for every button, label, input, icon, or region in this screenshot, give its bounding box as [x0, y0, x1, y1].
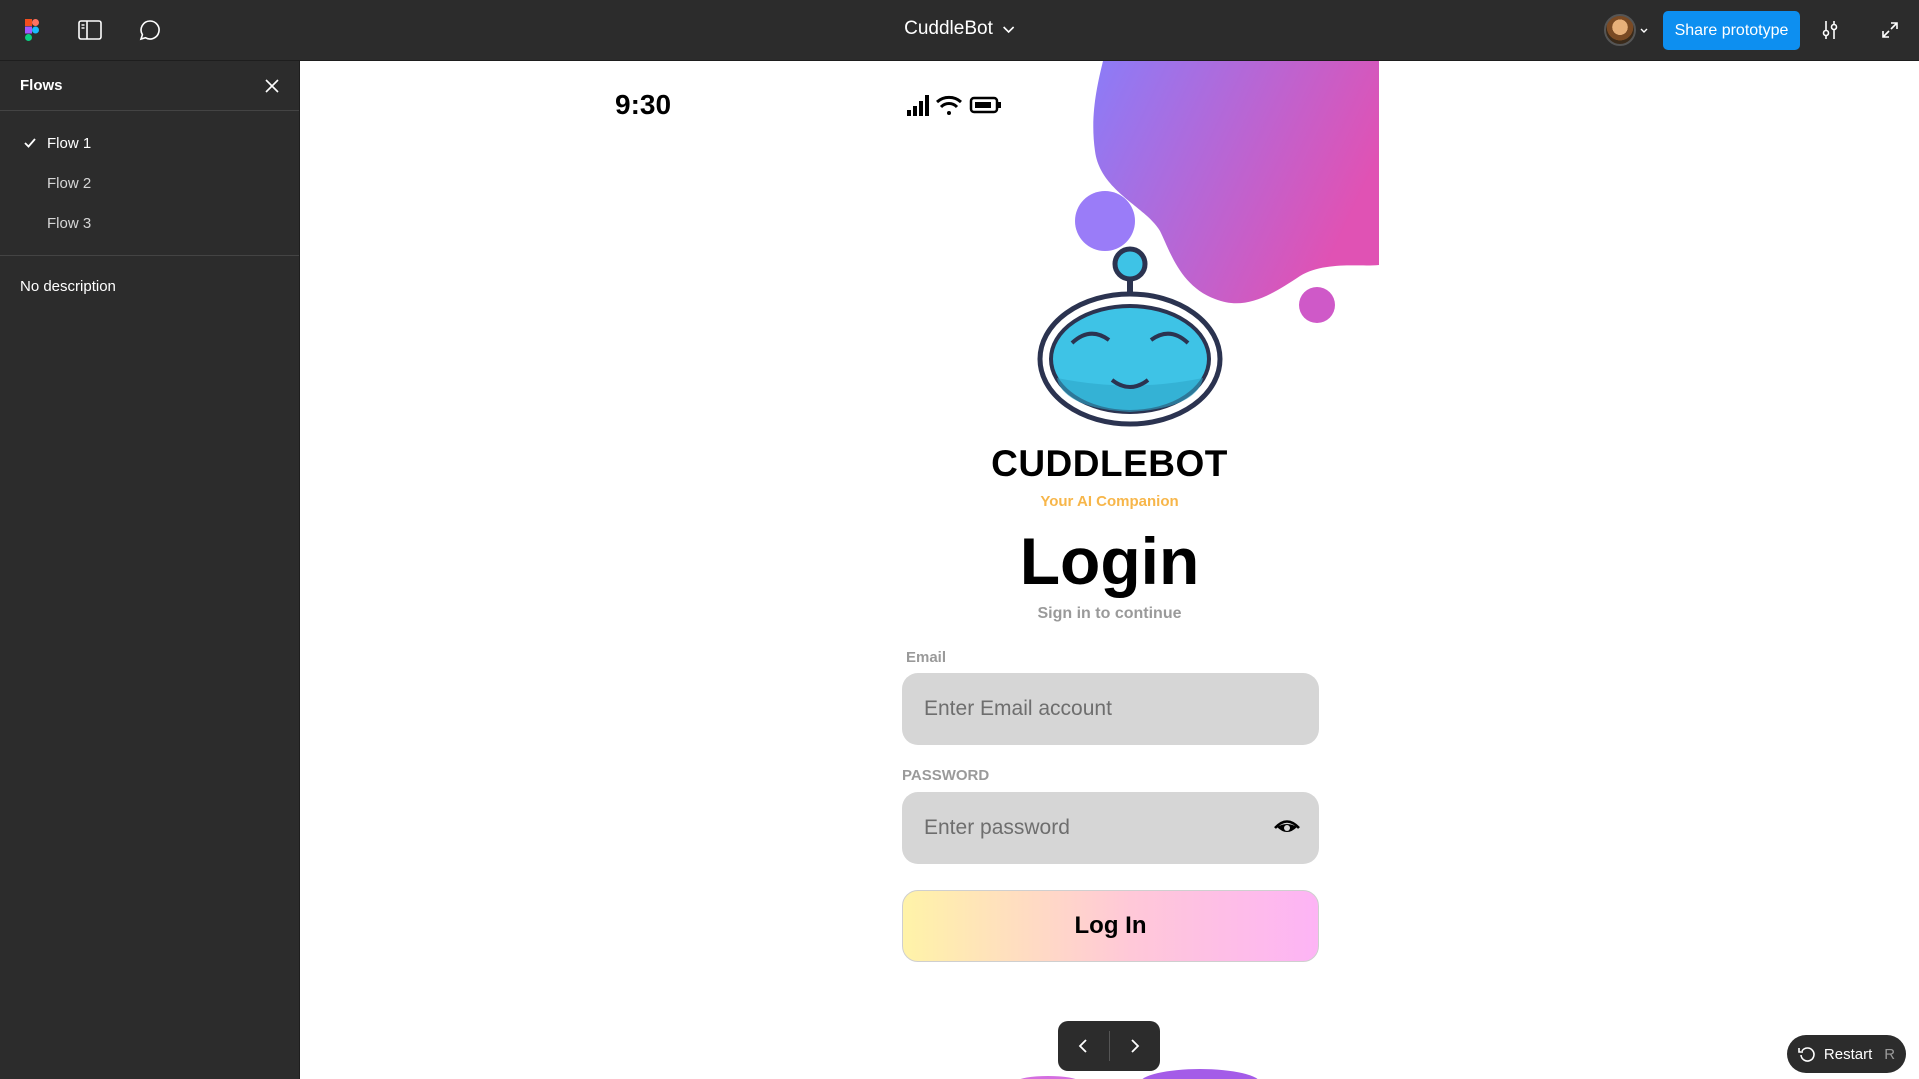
- restart-button[interactable]: Restart R: [1787, 1035, 1906, 1073]
- flow-item-2[interactable]: Flow 2: [0, 163, 299, 203]
- chevron-right-icon: [1131, 1039, 1140, 1053]
- email-label: Email: [906, 649, 947, 666]
- figma-logo-icon[interactable]: [16, 14, 48, 46]
- prototype-navigation: [1058, 1021, 1160, 1071]
- document-title[interactable]: CuddleBot: [904, 18, 1015, 40]
- wifi-icon: [936, 95, 962, 115]
- previous-frame-button[interactable]: [1058, 1021, 1109, 1071]
- share-prototype-button[interactable]: Share prototype: [1663, 11, 1800, 50]
- avatar: [1604, 14, 1636, 46]
- brand-name: CUDDLEBOT: [991, 443, 1228, 484]
- flows-panel: Flows Flow 1 Flow 2 Flow 3 No descriptio…: [0, 61, 300, 1079]
- flow-description: No description: [20, 278, 116, 295]
- brand-tagline: Your AI Companion: [1040, 493, 1179, 510]
- login-button[interactable]: Log In: [902, 890, 1319, 962]
- flow-label: Flow 1: [47, 134, 92, 152]
- settings-icon[interactable]: [1814, 14, 1846, 46]
- show-password-eye-icon[interactable]: [1273, 815, 1301, 839]
- flow-list: Flow 1 Flow 2 Flow 3: [0, 111, 299, 256]
- check-icon: [24, 138, 47, 148]
- restart-shortcut: R: [1884, 1045, 1896, 1063]
- user-menu[interactable]: [1604, 14, 1648, 46]
- page-subtitle: Sign in to continue: [1037, 605, 1182, 622]
- flow-label: Flow 2: [47, 174, 92, 192]
- page-title: Login: [1019, 524, 1200, 598]
- restart-label: Restart: [1823, 1045, 1873, 1063]
- chevron-down-icon: [1003, 18, 1015, 40]
- sidebar-toggle-icon[interactable]: [74, 14, 106, 46]
- document-title-text: CuddleBot: [904, 18, 993, 39]
- comment-icon[interactable]: [134, 14, 166, 46]
- battery-icon: [969, 96, 1001, 114]
- top-toolbar: CuddleBot Share prototype: [0, 0, 1919, 61]
- prototype-canvas: 9:30 CUDDLEBOT Your AI Companion Login S…: [300, 61, 1919, 1079]
- flows-panel-title: Flows: [20, 77, 63, 94]
- password-field[interactable]: [902, 792, 1319, 864]
- email-field[interactable]: [902, 673, 1319, 745]
- password-label: PASSWORD: [902, 767, 990, 784]
- chevron-left-icon: [1078, 1039, 1087, 1053]
- decorative-blob: [1020, 1069, 1258, 1079]
- expand-icon[interactable]: [1874, 14, 1906, 46]
- signal-icon: [907, 95, 929, 116]
- flow-label: Flow 3: [47, 214, 92, 232]
- restart-icon: [1798, 1047, 1815, 1062]
- flows-panel-header: Flows: [0, 61, 299, 111]
- flow-item-1[interactable]: Flow 1: [0, 123, 299, 163]
- status-bar-time: 9:30: [615, 89, 672, 120]
- close-icon[interactable]: [261, 75, 283, 97]
- status-bar-icons: [907, 95, 1001, 116]
- chevron-down-icon: [1640, 21, 1648, 39]
- flow-item-3[interactable]: Flow 3: [0, 203, 299, 243]
- next-frame-button[interactable]: [1109, 1021, 1160, 1071]
